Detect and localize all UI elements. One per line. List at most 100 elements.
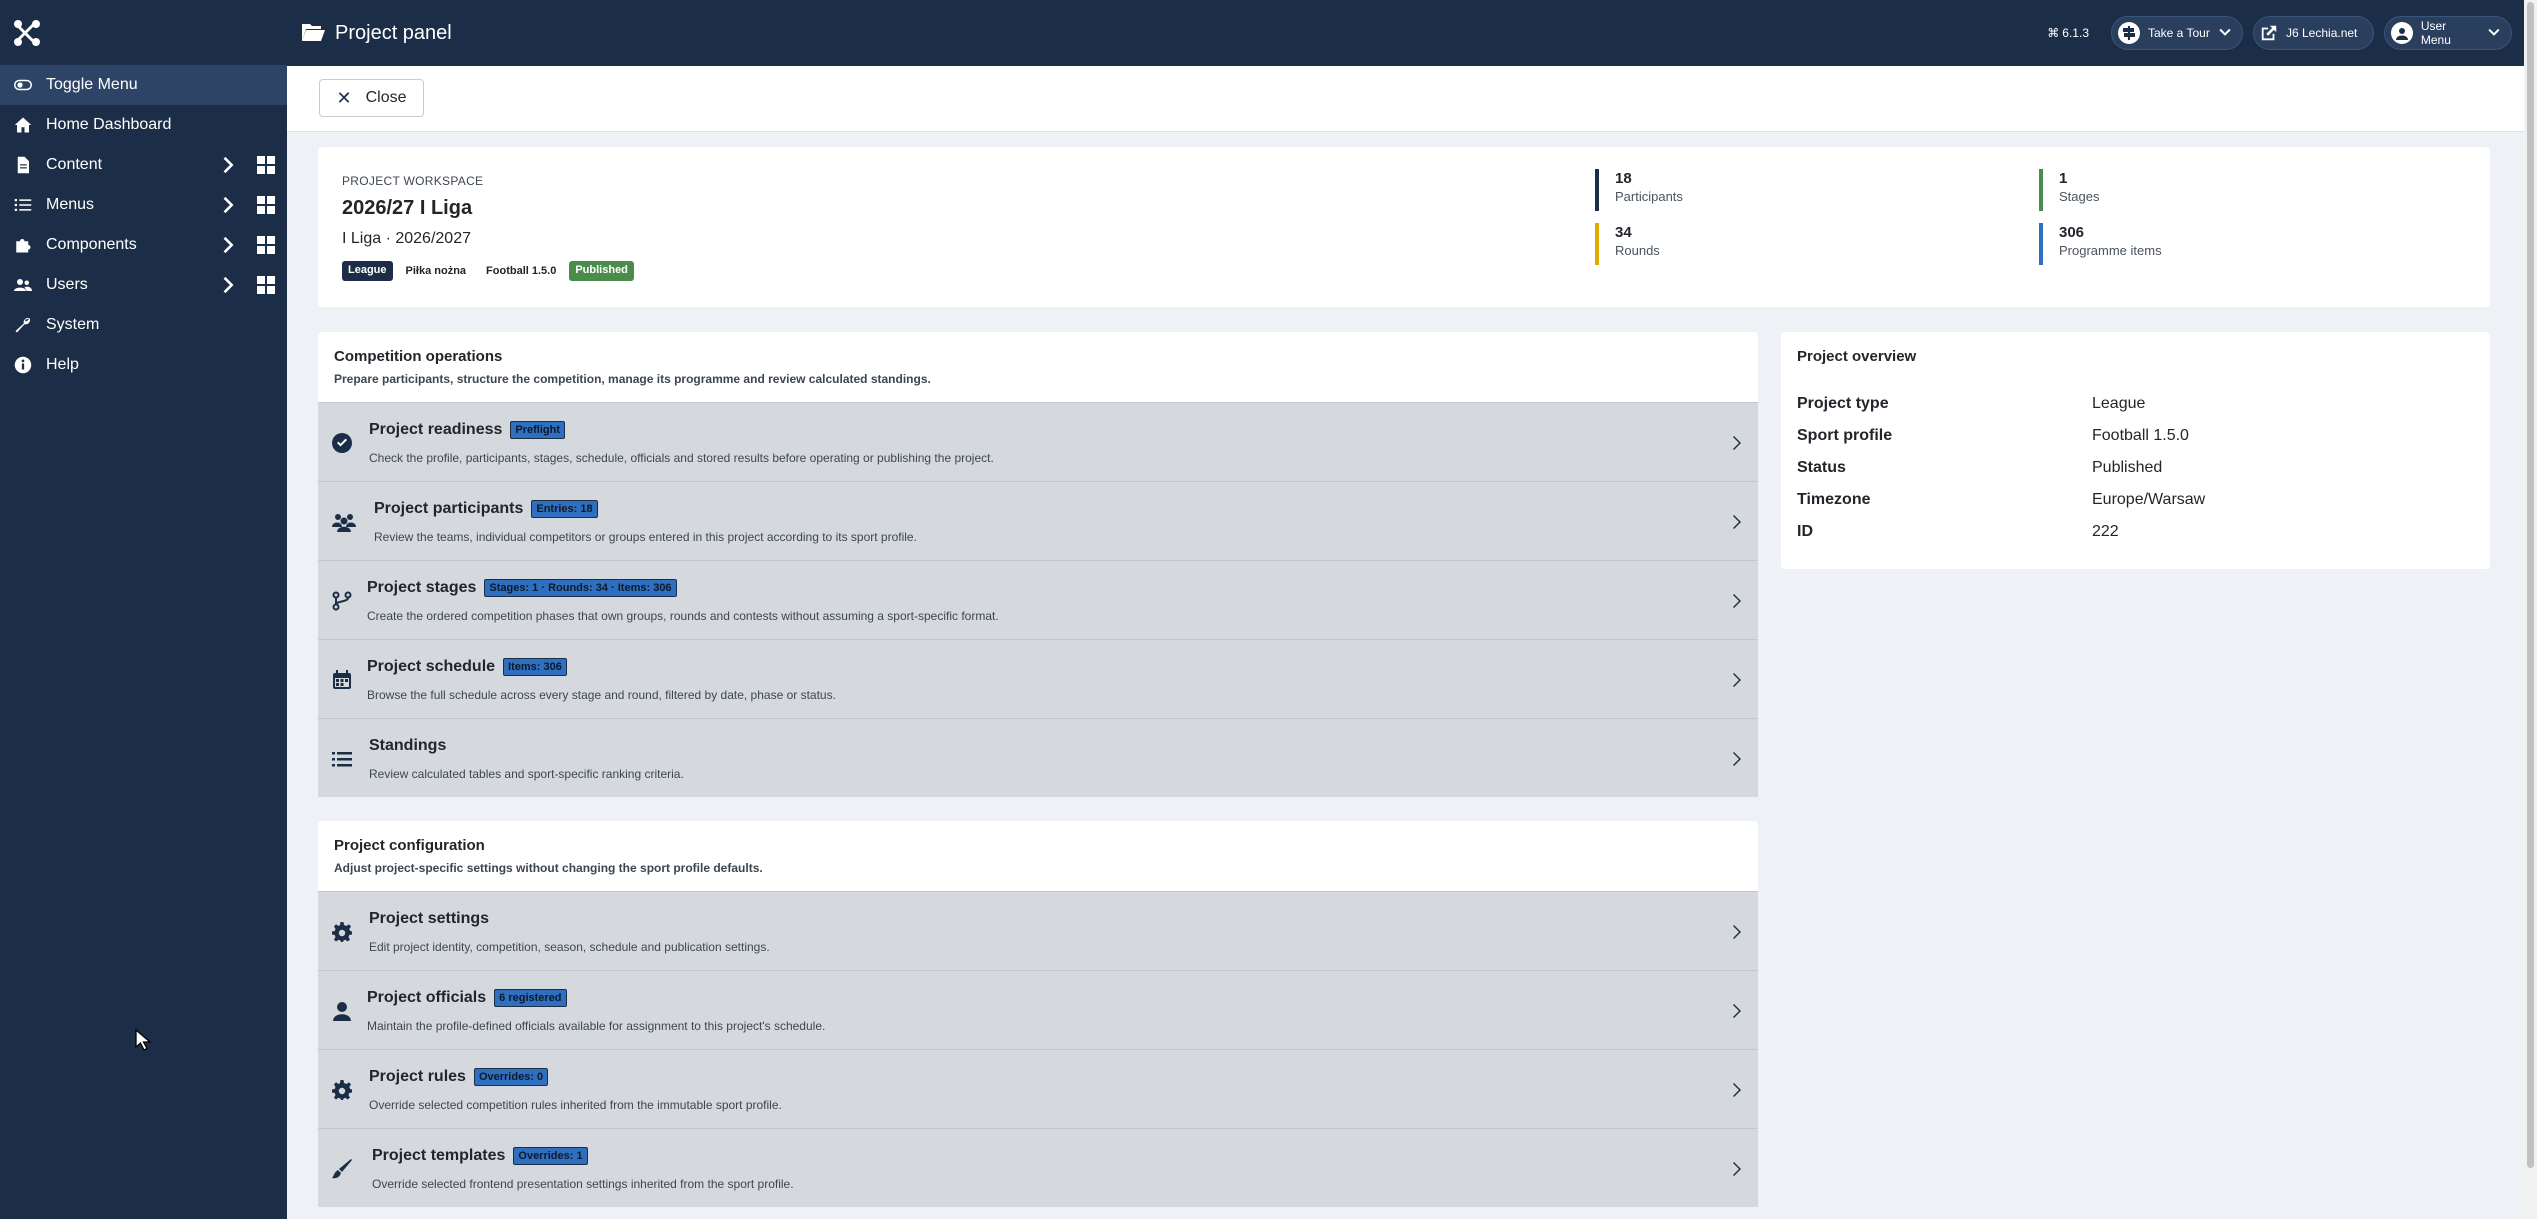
sidebar-item-label: System <box>46 316 100 333</box>
sidebar-item-users[interactable]: Users <box>0 265 287 305</box>
project-settings-link[interactable]: Project settings Edit project identity, … <box>318 891 1758 970</box>
puzzle-icon <box>12 234 34 256</box>
dashboard-grid-icon[interactable] <box>257 236 275 254</box>
sidebar-item-toggle-menu[interactable]: Toggle Menu <box>0 65 287 105</box>
sidebar-item-help[interactable]: Help <box>0 345 287 385</box>
brush-icon <box>332 1159 354 1181</box>
project-subtitle: I Liga · 2026/2027 <box>342 230 471 247</box>
chevron-right-icon <box>1732 1159 1746 1179</box>
type-badge: League <box>342 261 393 281</box>
branch-icon <box>332 591 354 613</box>
project-schedule-link[interactable]: Project schedule Items: 306 Browse the fu… <box>318 639 1758 718</box>
chevron-down-icon <box>2219 28 2231 36</box>
project-configuration-section: Project configuration Adjust project-spe… <box>318 821 1758 1207</box>
sidebar-item-system[interactable]: System <box>0 305 287 345</box>
stat-programme-items: 306 Programme items <box>2039 223 2162 265</box>
external-link-icon <box>2261 25 2277 41</box>
sidebar-item-content[interactable]: Content <box>0 145 287 185</box>
profile-badge: Football 1.5.0 <box>479 261 564 281</box>
chevron-right-icon <box>1732 433 1746 453</box>
close-button[interactable]: ✕ Close <box>319 79 424 117</box>
overview-row: Sport profile Football 1.5.0 <box>1797 427 2189 444</box>
gear-icon <box>332 922 354 944</box>
chevron-right-icon[interactable] <box>222 196 238 214</box>
sidebar-item-label: Components <box>46 236 137 253</box>
project-officials-link[interactable]: Project officials 6 registered Maintain t… <box>318 970 1758 1049</box>
toolbar: ✕ Close <box>287 66 2524 132</box>
section-title: Competition operations <box>334 348 503 365</box>
chevron-right-icon <box>1732 670 1746 690</box>
chevron-right-icon <box>1732 1080 1746 1100</box>
items-badge: Items: 306 <box>503 658 567 676</box>
list-icon <box>12 194 34 216</box>
version-indicator: ⌘ 6.1.3 <box>2047 26 2089 40</box>
section-title: Project configuration <box>334 837 485 854</box>
top-header: Project panel ⌘ 6.1.3 Take a Tour J6 Lech… <box>287 0 2524 66</box>
chevron-right-icon[interactable] <box>222 236 238 254</box>
stat-rounds: 34 Rounds <box>1595 223 1660 265</box>
dashboard-grid-icon[interactable] <box>257 276 275 294</box>
users-icon <box>12 274 34 296</box>
mouse-cursor-icon <box>135 1028 152 1051</box>
standings-link[interactable]: Standings Review calculated tables and s… <box>318 718 1758 797</box>
file-icon <box>12 154 34 176</box>
take-a-tour-button[interactable]: Take a Tour <box>2111 16 2243 50</box>
section-description: Adjust project-specific settings without… <box>334 861 763 875</box>
stat-participants: 18 Participants <box>1595 169 1683 211</box>
entries-badge: Entries: 18 <box>531 500 598 518</box>
check-circle-icon <box>332 433 354 455</box>
status-badge: Published <box>569 261 634 281</box>
calendar-icon <box>332 670 354 692</box>
chevron-right-icon[interactable] <box>222 156 238 174</box>
project-readiness-link[interactable]: Project readiness Preflight Check the pro… <box>318 402 1758 481</box>
joomla-small-icon: ⌘ <box>2047 26 2060 40</box>
sidebar-item-label: Content <box>46 156 103 173</box>
sidebar-item-home-dashboard[interactable]: Home Dashboard <box>0 105 287 145</box>
chevron-right-icon <box>1732 922 1746 942</box>
sidebar-item-label: Users <box>46 276 88 293</box>
sidebar-item-label: Help <box>46 356 79 373</box>
info-icon <box>12 354 34 376</box>
page-scrollbar[interactable] <box>2524 0 2537 1219</box>
user-menu-button[interactable]: User Menu <box>2384 16 2512 50</box>
chevron-right-icon <box>1732 591 1746 611</box>
joomla-logo-icon <box>14 20 40 46</box>
overview-row: Project type League <box>1797 395 2146 412</box>
competition-operations-section: Competition operations Prepare participa… <box>318 332 1758 797</box>
joomla-logo[interactable] <box>0 0 287 66</box>
stages-badge: Stages: 1 · Rounds: 34 · Items: 306 <box>484 579 677 597</box>
overrides-badge: Overrides: 1 <box>513 1147 588 1165</box>
gear-icon <box>332 1080 354 1102</box>
sidebar-item-components[interactable]: Components <box>0 225 287 265</box>
chevron-right-icon <box>1732 1001 1746 1021</box>
workspace-eyebrow: PROJECT WORKSPACE <box>342 174 484 188</box>
sidebar-item-label: Home Dashboard <box>46 116 172 133</box>
toggle-icon <box>12 74 34 96</box>
person-icon <box>332 1001 354 1023</box>
section-description: Prepare participants, structure the comp… <box>334 372 931 386</box>
project-stages-link[interactable]: Project stages Stages: 1 · Rounds: 34 · I… <box>318 560 1758 639</box>
site-link-button[interactable]: J6 Lechia.net <box>2253 16 2374 50</box>
stat-stages: 1 Stages <box>2039 169 2099 211</box>
chevron-down-icon <box>2488 28 2500 36</box>
chevron-right-icon[interactable] <box>222 276 238 294</box>
chevron-right-icon <box>1732 749 1746 769</box>
dashboard-grid-icon[interactable] <box>257 196 275 214</box>
page-title: Project panel <box>335 21 452 44</box>
sidebar-item-label: Menus <box>46 196 95 213</box>
sidebar-item-menus[interactable]: Menus <box>0 185 287 225</box>
project-rules-link[interactable]: Project rules Overrides: 0 Override selec… <box>318 1049 1758 1128</box>
list-icon <box>332 749 354 771</box>
overrides-badge: Overrides: 0 <box>473 1068 549 1086</box>
project-templates-link[interactable]: Project templates Overrides: 1 Override s… <box>318 1128 1758 1207</box>
project-participants-link[interactable]: Project participants Entries: 18 Review t… <box>318 481 1758 560</box>
users-icon <box>332 512 358 534</box>
overview-row: Timezone Europe/Warsaw <box>1797 491 2206 508</box>
signpost-icon <box>2118 22 2140 44</box>
close-icon: ✕ <box>336 87 352 108</box>
project-title: 2026/27 I Liga <box>342 197 473 219</box>
scrollbar-thumb[interactable] <box>2527 2 2534 1168</box>
dashboard-grid-icon[interactable] <box>257 156 275 174</box>
overview-row: ID 222 <box>1797 523 2119 540</box>
chevron-right-icon <box>1732 512 1746 532</box>
